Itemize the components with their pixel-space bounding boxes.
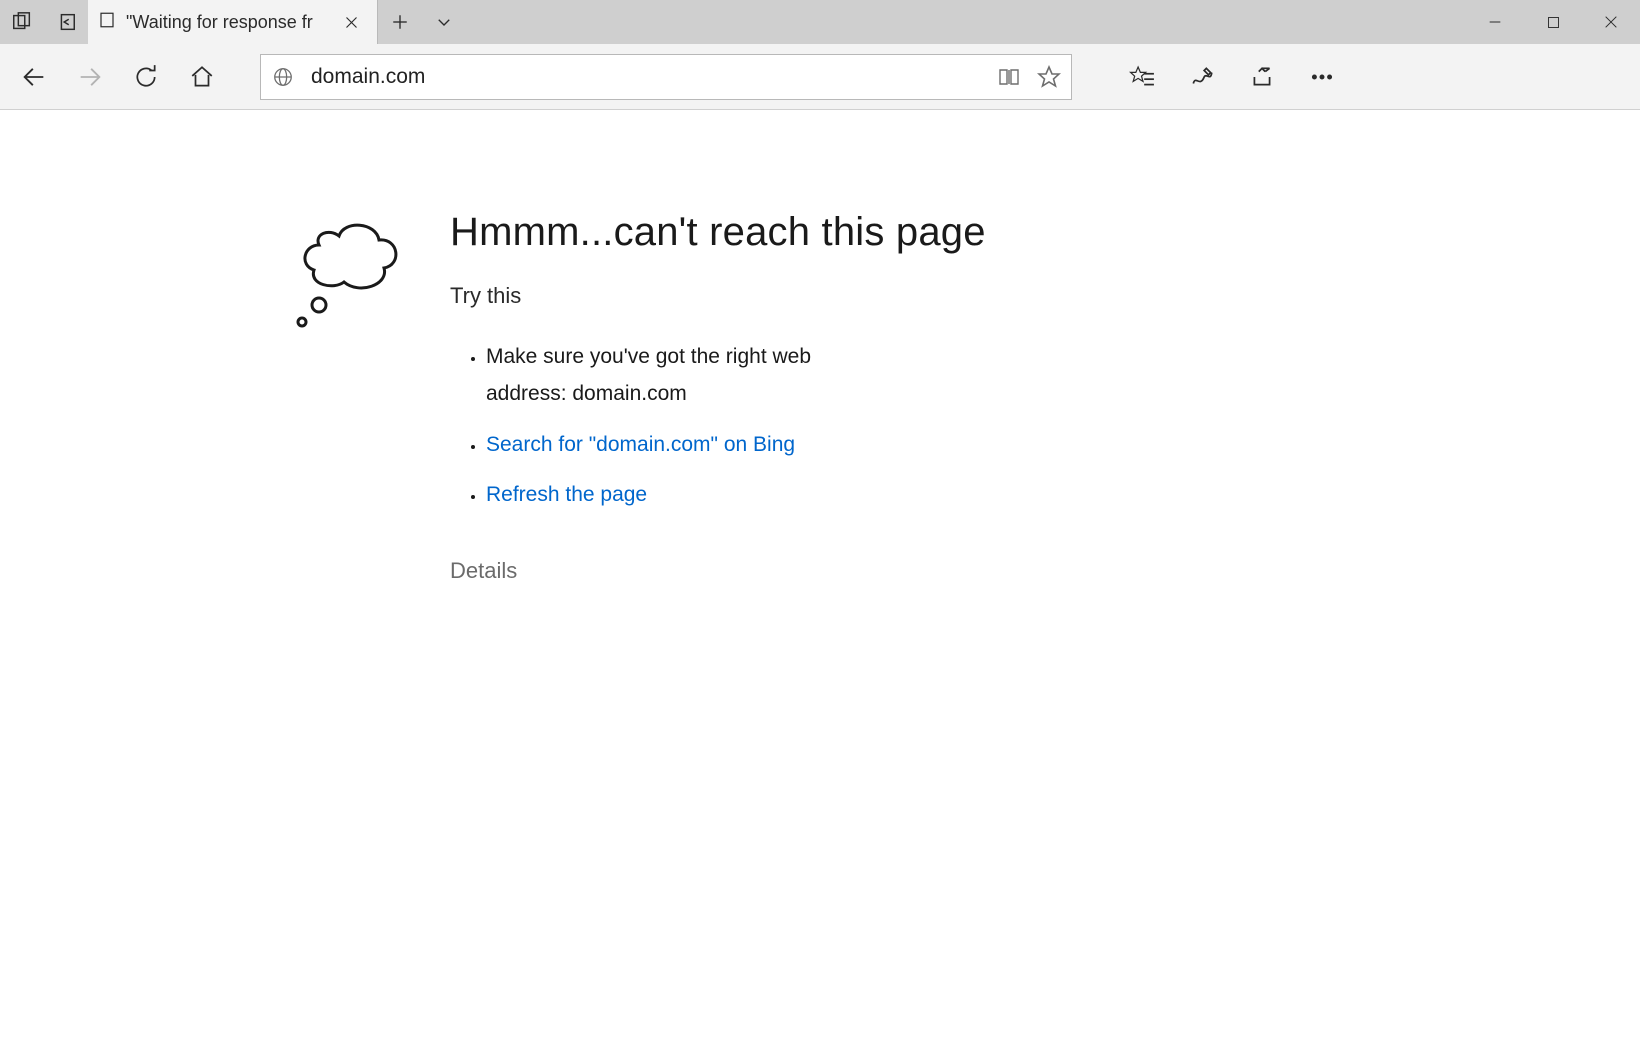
toolbar bbox=[0, 44, 1640, 110]
home-button[interactable] bbox=[174, 49, 230, 105]
tab-close-button[interactable] bbox=[337, 8, 365, 36]
window-maximize-button[interactable] bbox=[1524, 0, 1582, 44]
refresh-page-link[interactable]: Refresh the page bbox=[486, 483, 647, 506]
details-toggle[interactable]: Details bbox=[450, 558, 986, 584]
settings-more-button[interactable] bbox=[1292, 49, 1352, 105]
search-bing-link[interactable]: Search for "domain.com" on Bing bbox=[486, 433, 795, 456]
browser-tab[interactable]: "Waiting for response fr bbox=[88, 0, 378, 44]
favorites-hub-button[interactable] bbox=[1112, 49, 1172, 105]
url-input[interactable] bbox=[309, 64, 983, 90]
suggestion-list: Make sure you've got the right web addre… bbox=[450, 339, 870, 514]
page-content: Hmmm...can't reach this page Try this Ma… bbox=[0, 110, 1640, 584]
refresh-button[interactable] bbox=[118, 49, 174, 105]
error-message: Hmmm...can't reach this page Try this Ma… bbox=[450, 210, 986, 584]
suggestion-refresh: Refresh the page bbox=[486, 477, 870, 514]
favorite-star-icon[interactable] bbox=[1035, 63, 1063, 91]
address-bar[interactable] bbox=[260, 54, 1072, 100]
toolbar-right bbox=[1112, 49, 1352, 105]
error-heading: Hmmm...can't reach this page bbox=[450, 210, 986, 255]
window-minimize-button[interactable] bbox=[1466, 0, 1524, 44]
suggestion-check-address: Make sure you've got the right web addre… bbox=[486, 339, 870, 413]
window-close-button[interactable] bbox=[1582, 0, 1640, 44]
site-info-icon[interactable] bbox=[269, 63, 297, 91]
share-button[interactable] bbox=[1232, 49, 1292, 105]
set-aside-tabs-button[interactable] bbox=[44, 0, 88, 44]
page-icon bbox=[98, 11, 116, 34]
titlebar: "Waiting for response fr bbox=[0, 0, 1640, 44]
try-this-label: Try this bbox=[450, 283, 986, 309]
reading-view-icon[interactable] bbox=[995, 63, 1023, 91]
back-button[interactable] bbox=[6, 49, 62, 105]
tab-title: "Waiting for response fr bbox=[126, 12, 327, 33]
titlebar-drag-area[interactable] bbox=[466, 0, 1466, 44]
tab-dropdown-button[interactable] bbox=[422, 0, 466, 44]
new-tab-button[interactable] bbox=[378, 0, 422, 44]
thought-bubble-icon bbox=[284, 210, 414, 584]
suggestion-search-bing: Search for "domain.com" on Bing bbox=[486, 427, 870, 464]
forward-button[interactable] bbox=[62, 49, 118, 105]
notes-button[interactable] bbox=[1172, 49, 1232, 105]
tab-actions-button[interactable] bbox=[0, 0, 44, 44]
